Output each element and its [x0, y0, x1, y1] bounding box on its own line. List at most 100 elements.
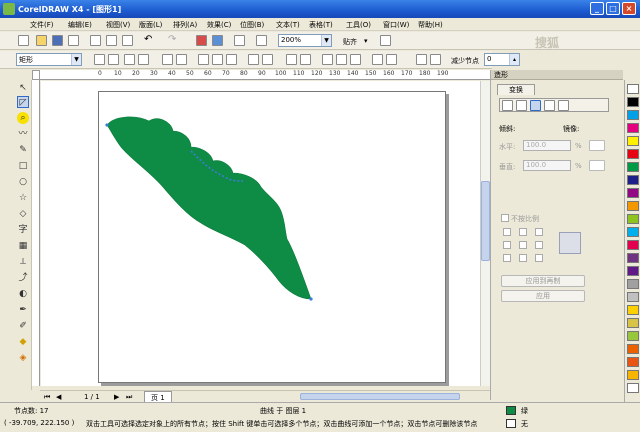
- palette-swatch[interactable]: [627, 318, 639, 328]
- welcome-screen-icon[interactable]: [256, 35, 267, 46]
- zoom-combo[interactable]: 200% ▼: [278, 34, 332, 47]
- palette-swatch[interactable]: [627, 201, 639, 211]
- import-icon[interactable]: [196, 35, 207, 46]
- snap-to-dropdown-icon[interactable]: ▾: [364, 37, 368, 45]
- anchor-point[interactable]: [519, 228, 527, 236]
- cusp-node-icon[interactable]: [198, 54, 209, 65]
- save-icon[interactable]: [52, 35, 63, 46]
- to-line-icon[interactable]: [162, 54, 173, 65]
- snap-to-label[interactable]: 贴齐: [343, 37, 357, 47]
- menu-view[interactable]: 视图(V): [106, 20, 130, 30]
- docker-tab[interactable]: 变换: [497, 84, 535, 95]
- palette-swatch[interactable]: [627, 240, 639, 250]
- align-nodes-icon[interactable]: [322, 54, 333, 65]
- vertical-ruler[interactable]: [32, 80, 40, 386]
- app-launcher-icon[interactable]: [234, 35, 245, 46]
- scroll-thumb[interactable]: [481, 181, 490, 261]
- mirror-vertical-icon[interactable]: [589, 160, 605, 171]
- position-icon[interactable]: [502, 100, 513, 111]
- menu-window[interactable]: 窗口(W): [383, 20, 409, 30]
- fill-tool-icon[interactable]: ◆: [17, 336, 29, 348]
- palette-swatch[interactable]: [627, 136, 639, 146]
- object-type-combo[interactable]: 矩形 ▼: [16, 53, 82, 66]
- table-tool-icon[interactable]: ▦: [17, 240, 29, 252]
- polygon-tool-icon[interactable]: ☆: [17, 192, 29, 204]
- mirror-horizontal-icon[interactable]: [589, 140, 605, 151]
- horizontal-scroll-thumb[interactable]: [300, 393, 460, 400]
- size-icon[interactable]: [544, 100, 555, 111]
- connector-tool-icon[interactable]: ⤴: [17, 272, 29, 284]
- open-folder-icon[interactable]: [36, 35, 47, 46]
- reflect-vertical-icon[interactable]: [350, 54, 361, 65]
- menu-layout[interactable]: 版面(L): [139, 20, 162, 30]
- palette-swatch[interactable]: [627, 227, 639, 237]
- anchor-point[interactable]: [535, 254, 543, 262]
- break-curve-icon[interactable]: [138, 54, 149, 65]
- reduce-nodes-input[interactable]: 0 ▴: [484, 53, 520, 66]
- vertical-scrollbar[interactable]: [480, 81, 490, 386]
- menu-table[interactable]: 表格(T): [309, 20, 333, 30]
- palette-swatch[interactable]: [627, 344, 639, 354]
- palette-swatch[interactable]: [627, 331, 639, 341]
- new-document-icon[interactable]: [18, 35, 29, 46]
- palette-swatch[interactable]: [627, 84, 639, 94]
- undo-icon[interactable]: ↶: [144, 35, 155, 46]
- anchor-point[interactable]: [503, 241, 511, 249]
- export-icon[interactable]: [212, 35, 223, 46]
- anchor-point[interactable]: [503, 254, 511, 262]
- proportional-checkbox[interactable]: [501, 214, 509, 222]
- prev-page-icon[interactable]: ◀: [56, 393, 61, 401]
- palette-swatch[interactable]: [627, 188, 639, 198]
- palette-swatch[interactable]: [627, 357, 639, 367]
- horizontal-input[interactable]: 100.0: [523, 140, 571, 151]
- reflect-horizontal-icon[interactable]: [336, 54, 347, 65]
- anchor-point[interactable]: [503, 228, 511, 236]
- palette-swatch[interactable]: [627, 370, 639, 380]
- apply-button[interactable]: 应用: [501, 290, 585, 302]
- ruler-origin[interactable]: [32, 70, 40, 80]
- freehand-tool-icon[interactable]: 〰: [17, 128, 29, 140]
- palette-swatch[interactable]: [627, 175, 639, 185]
- cut-icon[interactable]: [90, 35, 101, 46]
- curve-smoothness-icon[interactable]: [430, 54, 441, 65]
- eyedropper-tool-icon[interactable]: ✒: [17, 304, 29, 316]
- symmetric-node-icon[interactable]: [226, 54, 237, 65]
- vertical-input[interactable]: 100.0: [523, 160, 571, 171]
- menu-tools[interactable]: 工具(O): [346, 20, 371, 30]
- anchor-point[interactable]: [519, 241, 527, 249]
- elastic-mode-icon[interactable]: [372, 54, 383, 65]
- redo-icon[interactable]: ↷: [168, 35, 179, 46]
- reverse-direction-icon[interactable]: [248, 54, 259, 65]
- rotate-nodes-icon[interactable]: [300, 54, 311, 65]
- options-icon[interactable]: [380, 35, 391, 46]
- print-icon[interactable]: [68, 35, 79, 46]
- palette-swatch[interactable]: [627, 97, 639, 107]
- outline-tool-icon[interactable]: ✐: [17, 320, 29, 332]
- skew-icon[interactable]: [558, 100, 569, 111]
- node-point[interactable]: [105, 123, 109, 127]
- palette-swatch[interactable]: [627, 383, 639, 393]
- next-page-icon[interactable]: ▶: [114, 393, 119, 401]
- horizontal-ruler[interactable]: 0 10 20 30 40 50 60 70 80 90 100 110 120…: [40, 70, 490, 80]
- paste-icon[interactable]: [122, 35, 133, 46]
- anchor-point[interactable]: [519, 254, 527, 262]
- copy-icon[interactable]: [106, 35, 117, 46]
- menu-arrange[interactable]: 排列(A): [173, 20, 197, 30]
- zoom-tool-icon[interactable]: ⌕: [17, 112, 29, 124]
- rotate-icon[interactable]: [516, 100, 527, 111]
- anchor-point[interactable]: [535, 228, 543, 236]
- rectangle-tool-icon[interactable]: □: [17, 160, 29, 172]
- smart-fill-tool-icon[interactable]: ✎: [17, 144, 29, 156]
- pick-tool-icon[interactable]: ↖: [17, 82, 29, 94]
- apply-to-duplicate-button[interactable]: 应用到再制: [501, 275, 585, 287]
- to-curve-icon[interactable]: [176, 54, 187, 65]
- palette-swatch[interactable]: [627, 214, 639, 224]
- menu-file[interactable]: 文件(F): [30, 20, 54, 30]
- interactive-blend-tool-icon[interactable]: ◐: [17, 288, 29, 300]
- anchor-point[interactable]: [535, 241, 543, 249]
- reduce-nodes-icon[interactable]: [416, 54, 427, 65]
- palette-swatch[interactable]: [627, 162, 639, 172]
- dimension-tool-icon[interactable]: ⟂: [17, 256, 29, 268]
- select-all-nodes-icon[interactable]: [386, 54, 397, 65]
- palette-swatch[interactable]: [627, 292, 639, 302]
